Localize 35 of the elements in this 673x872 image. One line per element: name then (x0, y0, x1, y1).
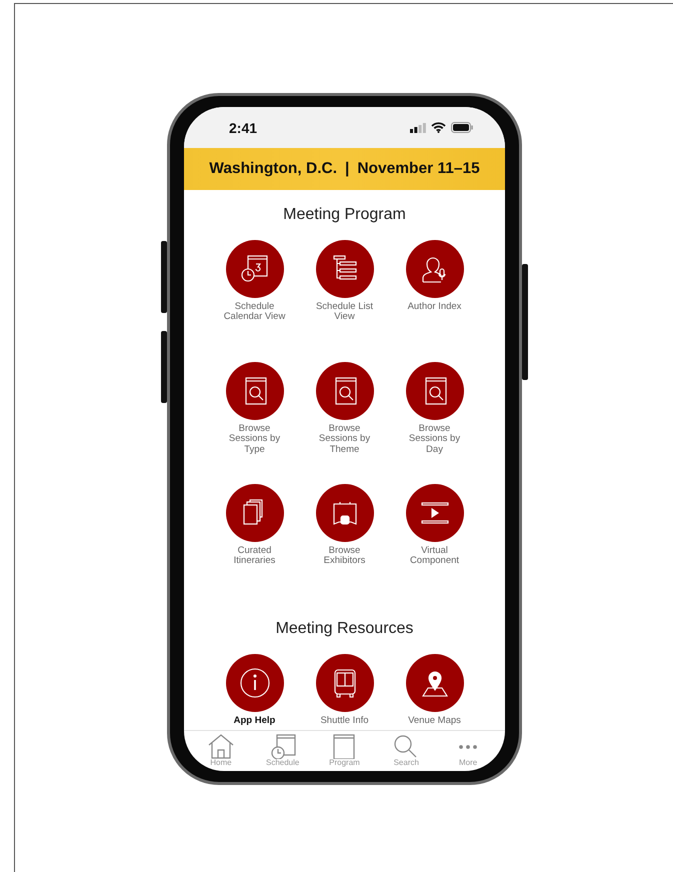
tile-label[interactable]: Browse Exhibitors (312, 546, 378, 567)
signal-icon (410, 122, 426, 132)
map-pin-icon[interactable] (406, 654, 464, 712)
tile-label[interactable]: Curated Itineraries (222, 546, 288, 567)
tile-label[interactable]: Browse Sessions by Type (222, 424, 288, 456)
book-search-icon[interactable] (316, 362, 374, 420)
person-microphone-icon[interactable] (406, 240, 464, 298)
section-title: Meeting Program (283, 206, 406, 224)
tile-label[interactable]: Author Index (408, 302, 462, 312)
tile-label[interactable]: Browse Sessions by Day (402, 424, 468, 456)
tile-label[interactable]: Shuttle Info (320, 716, 369, 726)
film-play-icon[interactable] (406, 484, 464, 542)
banner-location: Washington, D.C. (209, 160, 337, 178)
tile-label[interactable]: Browse Sessions by Theme (312, 424, 378, 456)
tile-label[interactable]: Schedule Calendar View (222, 302, 288, 323)
booth-icon[interactable] (316, 484, 374, 542)
tile-label[interactable]: App Help (234, 716, 276, 726)
tile-label[interactable]: Schedule List View (312, 302, 378, 323)
tile-label[interactable]: Virtual Component (402, 546, 468, 567)
banner-dates: November 11–15 (357, 160, 480, 178)
calendar-clock-icon[interactable] (226, 240, 284, 298)
list-tree-icon[interactable] (316, 240, 374, 298)
section-title: Meeting Resources (276, 620, 414, 638)
status-time: 2:41 (229, 120, 258, 136)
wifi-icon (431, 122, 446, 133)
tab-bar-item[interactable]: Program (316, 731, 372, 767)
documents-icon[interactable] (226, 484, 284, 542)
bus-icon[interactable] (316, 654, 374, 712)
more-icon (459, 745, 478, 749)
tile-label[interactable]: Venue Maps (408, 716, 461, 726)
book-search-icon[interactable] (406, 362, 464, 420)
info-icon[interactable] (226, 654, 284, 712)
battery-icon (451, 122, 473, 133)
banner-separator: | (345, 160, 350, 178)
book-search-icon[interactable] (226, 362, 284, 420)
